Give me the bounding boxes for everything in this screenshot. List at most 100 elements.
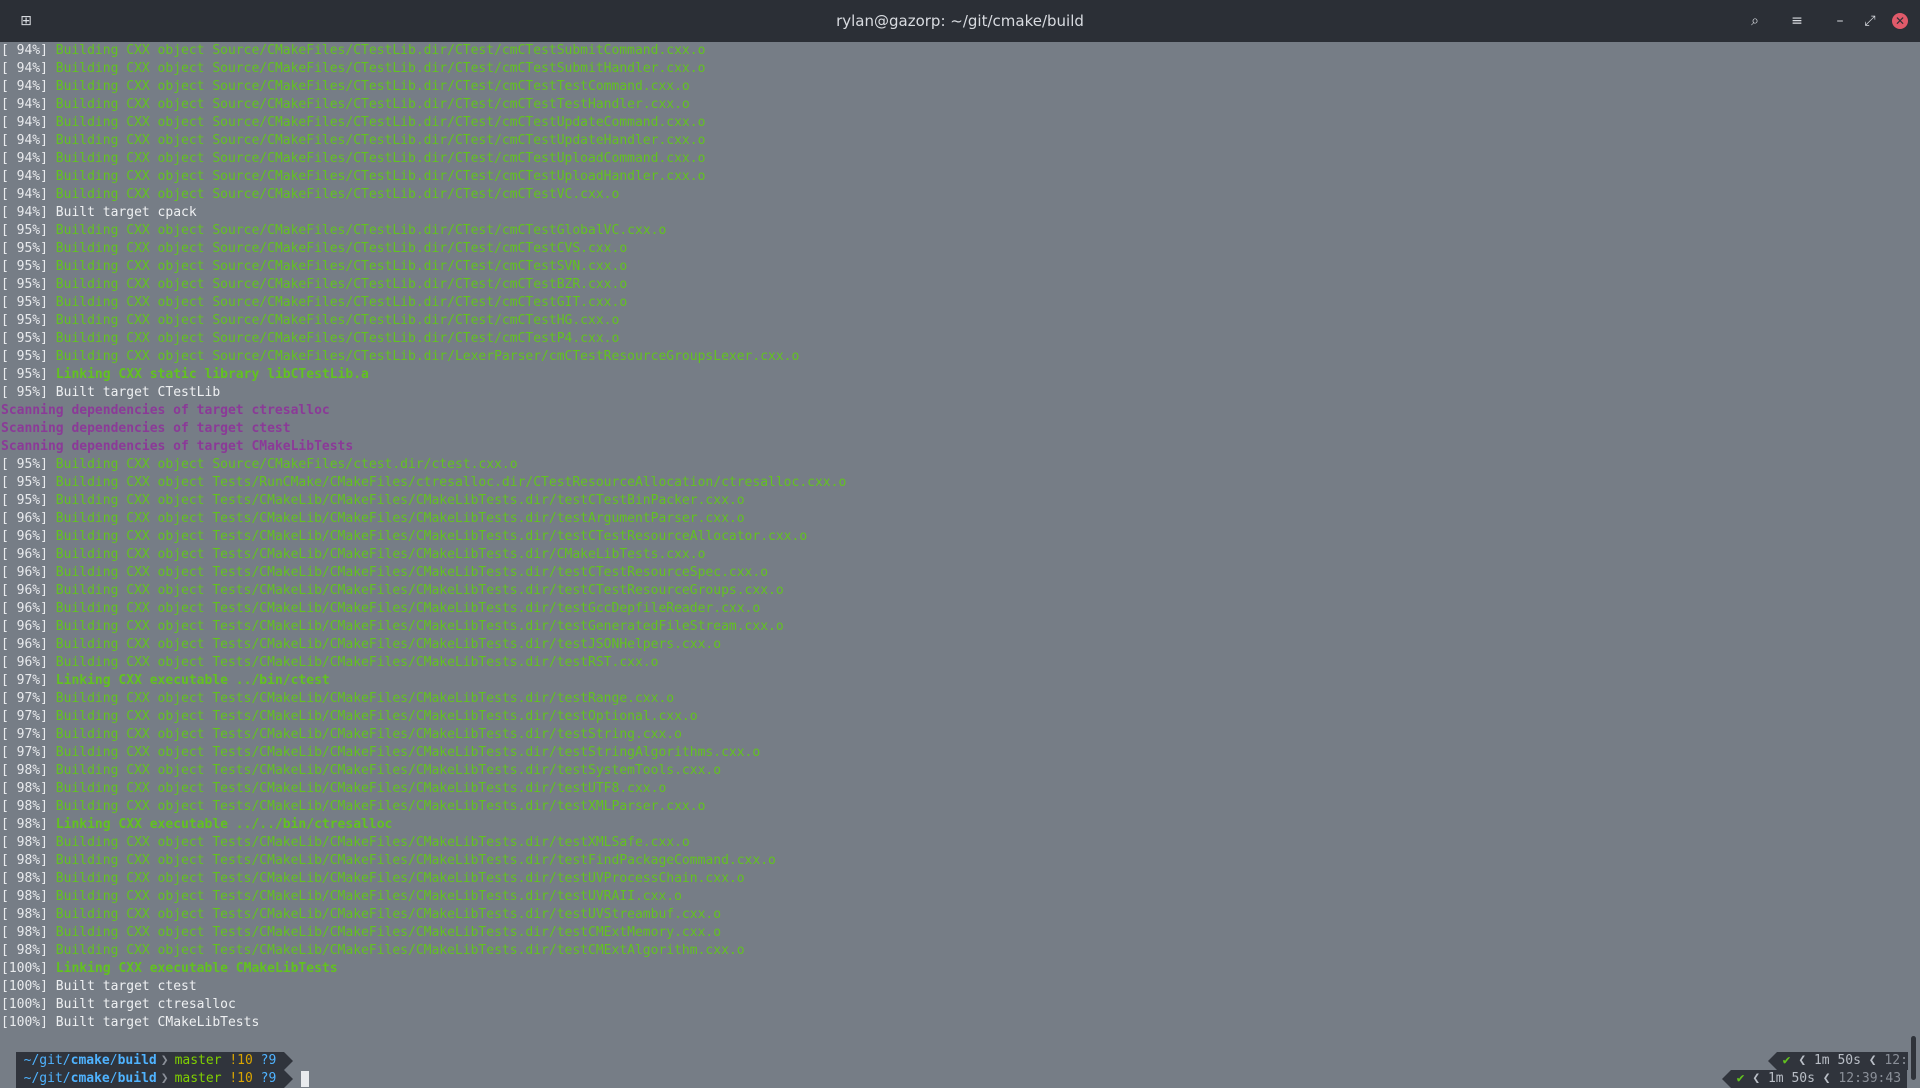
close-button[interactable]: ✕ [1890, 11, 1910, 31]
output-line: [ 96%] Building CXX object Tests/CMakeLi… [1, 654, 658, 672]
scrollbar-thumb[interactable] [1911, 1036, 1916, 1080]
output-message: Building CXX object Source/CMakeFiles/CT… [55, 79, 690, 94]
output-message: Scanning dependencies of target CMakeLib… [1, 439, 354, 454]
output-line: [ 94%] Building CXX object Source/CMakeF… [1, 132, 705, 150]
output-line: [ 98%] Building CXX object Tests/CMakeLi… [1, 942, 745, 960]
output-message: Linking CXX executable CMakeLibTests [55, 961, 338, 976]
progress-percent: [ 95%] [1, 295, 48, 310]
output-line: [ 97%] Building CXX object Tests/CMakeLi… [1, 690, 674, 708]
output-line: [ 97%] Linking CXX executable ../bin/cte… [1, 672, 330, 690]
output-message: Building CXX object Source/CMakeFiles/CT… [55, 151, 706, 166]
output-line: [ 95%] Building CXX object Source/CMakeF… [1, 276, 627, 294]
progress-percent: [ 97%] [1, 691, 48, 706]
progress-percent: [ 98%] [1, 835, 48, 850]
output-line: [ 95%] Building CXX object Source/CMakeF… [1, 330, 619, 348]
right-prompt-current: ✔ ❮ 1m 50s ❮ 12:39:43 [1706, 1052, 1908, 1088]
output-message: Linking CXX static library libCTestLib.a [55, 367, 369, 382]
shell-prompt-current[interactable]: ~/git/cmake/build ❯ master !10 ?9 [0, 1052, 310, 1088]
output-message: Linking CXX executable ../../bin/ctresal… [55, 817, 393, 832]
output-line: [ 95%] Building CXX object Tests/CMakeLi… [1, 492, 745, 510]
output-line: [ 98%] Building CXX object Tests/CMakeLi… [1, 870, 745, 888]
output-message: Building CXX object Tests/CMakeLib/CMake… [55, 547, 706, 562]
output-message: Building CXX object Tests/CMakeLib/CMake… [55, 619, 784, 634]
scrollbar[interactable] [1908, 42, 1920, 1080]
output-line: [ 98%] Building CXX object Tests/CMakeLi… [1, 906, 721, 924]
output-line: [ 97%] Building CXX object Tests/CMakeLi… [1, 708, 698, 726]
output-message: Building CXX object Source/CMakeFiles/CT… [55, 97, 690, 112]
minimize-icon[interactable]: – [1830, 11, 1850, 31]
progress-percent: [ 98%] [1, 817, 48, 832]
progress-percent: [ 97%] [1, 673, 48, 688]
output-line: [ 94%] Building CXX object Source/CMakeF… [1, 114, 705, 132]
output-message: Building CXX object Tests/CMakeLib/CMake… [55, 889, 682, 904]
progress-percent: [ 94%] [1, 115, 48, 130]
progress-percent: [ 98%] [1, 781, 48, 796]
output-message: Building CXX object Tests/CMakeLib/CMake… [55, 637, 722, 652]
output-line: [ 94%] Building CXX object Source/CMakeF… [1, 60, 705, 78]
progress-percent: [ 94%] [1, 97, 48, 112]
progress-percent: [ 95%] [1, 313, 48, 328]
right-prompt-previous: ✔ ❮ 1m 50s ❮ 12:3 [1752, 1034, 1920, 1070]
progress-percent: [ 96%] [1, 601, 48, 616]
progress-percent: [ 98%] [1, 871, 48, 886]
output-message: Building CXX object Tests/CMakeLib/CMake… [55, 709, 698, 724]
terminal-output[interactable]: [ 94%] Building CXX object Source/CMakeF… [0, 42, 1908, 1080]
output-line: [ 94%] Building CXX object Source/CMakeF… [1, 186, 619, 204]
output-message: Building CXX object Source/CMakeFiles/CT… [55, 223, 667, 238]
output-message: Building CXX object Tests/CMakeLib/CMake… [55, 925, 722, 940]
output-message: Building CXX object Source/CMakeFiles/CT… [55, 277, 628, 292]
output-message: Building CXX object Source/CMakeFiles/ct… [55, 457, 518, 472]
output-line: [ 95%] Building CXX object Source/CMakeF… [1, 294, 627, 312]
output-message: Building CXX object Tests/CMakeLib/CMake… [55, 727, 682, 742]
progress-percent: [100%] [1, 997, 48, 1012]
progress-percent: [ 98%] [1, 907, 48, 922]
window-title: rylan@gazorp: ~/git/cmake/build [836, 12, 1084, 30]
output-line: [ 97%] Building CXX object Tests/CMakeLi… [1, 726, 682, 744]
prompt-separator: ❯ [160, 1070, 169, 1088]
progress-percent: [ 95%] [1, 277, 48, 292]
output-line: [ 94%] Building CXX object Source/CMakeF… [1, 42, 705, 60]
output-message: Built target ctresalloc [55, 997, 236, 1012]
text-cursor[interactable] [301, 1070, 310, 1087]
output-message: Scanning dependencies of target ctest [1, 421, 291, 436]
output-message: Building CXX object Tests/CMakeLib/CMake… [55, 583, 784, 598]
progress-percent: [ 94%] [1, 133, 48, 148]
prompt-time: 12:39:43 [1838, 1071, 1902, 1086]
hamburger-menu-icon[interactable]: ≡ [1787, 11, 1807, 31]
output-message: Building CXX object Source/CMakeFiles/CT… [55, 349, 800, 364]
output-message: Building CXX object Tests/CMakeLib/CMake… [55, 907, 722, 922]
progress-percent: [ 95%] [1, 475, 48, 490]
output-line: [ 96%] Building CXX object Tests/CMakeLi… [1, 582, 784, 600]
output-line: [ 96%] Building CXX object Tests/CMakeLi… [1, 564, 768, 582]
output-message: Building CXX object Tests/CMakeLib/CMake… [55, 871, 745, 886]
output-line: [100%] Built target ctest [1, 978, 197, 996]
output-message: Building CXX object Source/CMakeFiles/CT… [55, 187, 620, 202]
maximize-icon[interactable]: ⤢ [1860, 11, 1880, 31]
progress-percent: [100%] [1, 979, 48, 994]
progress-percent: [ 94%] [1, 205, 48, 220]
progress-percent: [ 98%] [1, 763, 48, 778]
progress-percent: [ 95%] [1, 223, 48, 238]
prompt-path: ~/git/cmake/build [15, 1070, 161, 1088]
output-line: [ 98%] Building CXX object Tests/CMakeLi… [1, 888, 682, 906]
output-message: Building CXX object Tests/CMakeLib/CMake… [55, 691, 675, 706]
progress-percent: [ 95%] [1, 349, 48, 364]
close-icon[interactable]: ✕ [1892, 13, 1908, 29]
output-line: [ 95%] Building CXX object Source/CMakeF… [1, 222, 666, 240]
output-line: [ 94%] Built target cpack [1, 204, 197, 222]
progress-percent: [ 94%] [1, 187, 48, 202]
progress-percent: [100%] [1, 961, 48, 976]
output-line: [100%] Linking CXX executable CMakeLibTe… [1, 960, 338, 978]
progress-percent: [ 98%] [1, 799, 48, 814]
output-message: Building CXX object Tests/CMakeLib/CMake… [55, 529, 808, 544]
progress-percent: [ 96%] [1, 565, 48, 580]
output-line: [100%] Built target CMakeLibTests [1, 1014, 259, 1032]
output-message: Building CXX object Tests/CMakeLib/CMake… [55, 493, 745, 508]
output-line: [ 96%] Building CXX object Tests/CMakeLi… [1, 510, 745, 528]
output-message: Building CXX object Tests/CMakeLib/CMake… [55, 853, 776, 868]
output-message: Building CXX object Tests/CMakeLib/CMake… [55, 835, 690, 850]
search-icon[interactable]: ⌕ [1745, 11, 1765, 31]
progress-percent: [ 96%] [1, 637, 48, 652]
output-message: Building CXX object Source/CMakeFiles/CT… [55, 331, 620, 346]
progress-percent: [ 96%] [1, 619, 48, 634]
